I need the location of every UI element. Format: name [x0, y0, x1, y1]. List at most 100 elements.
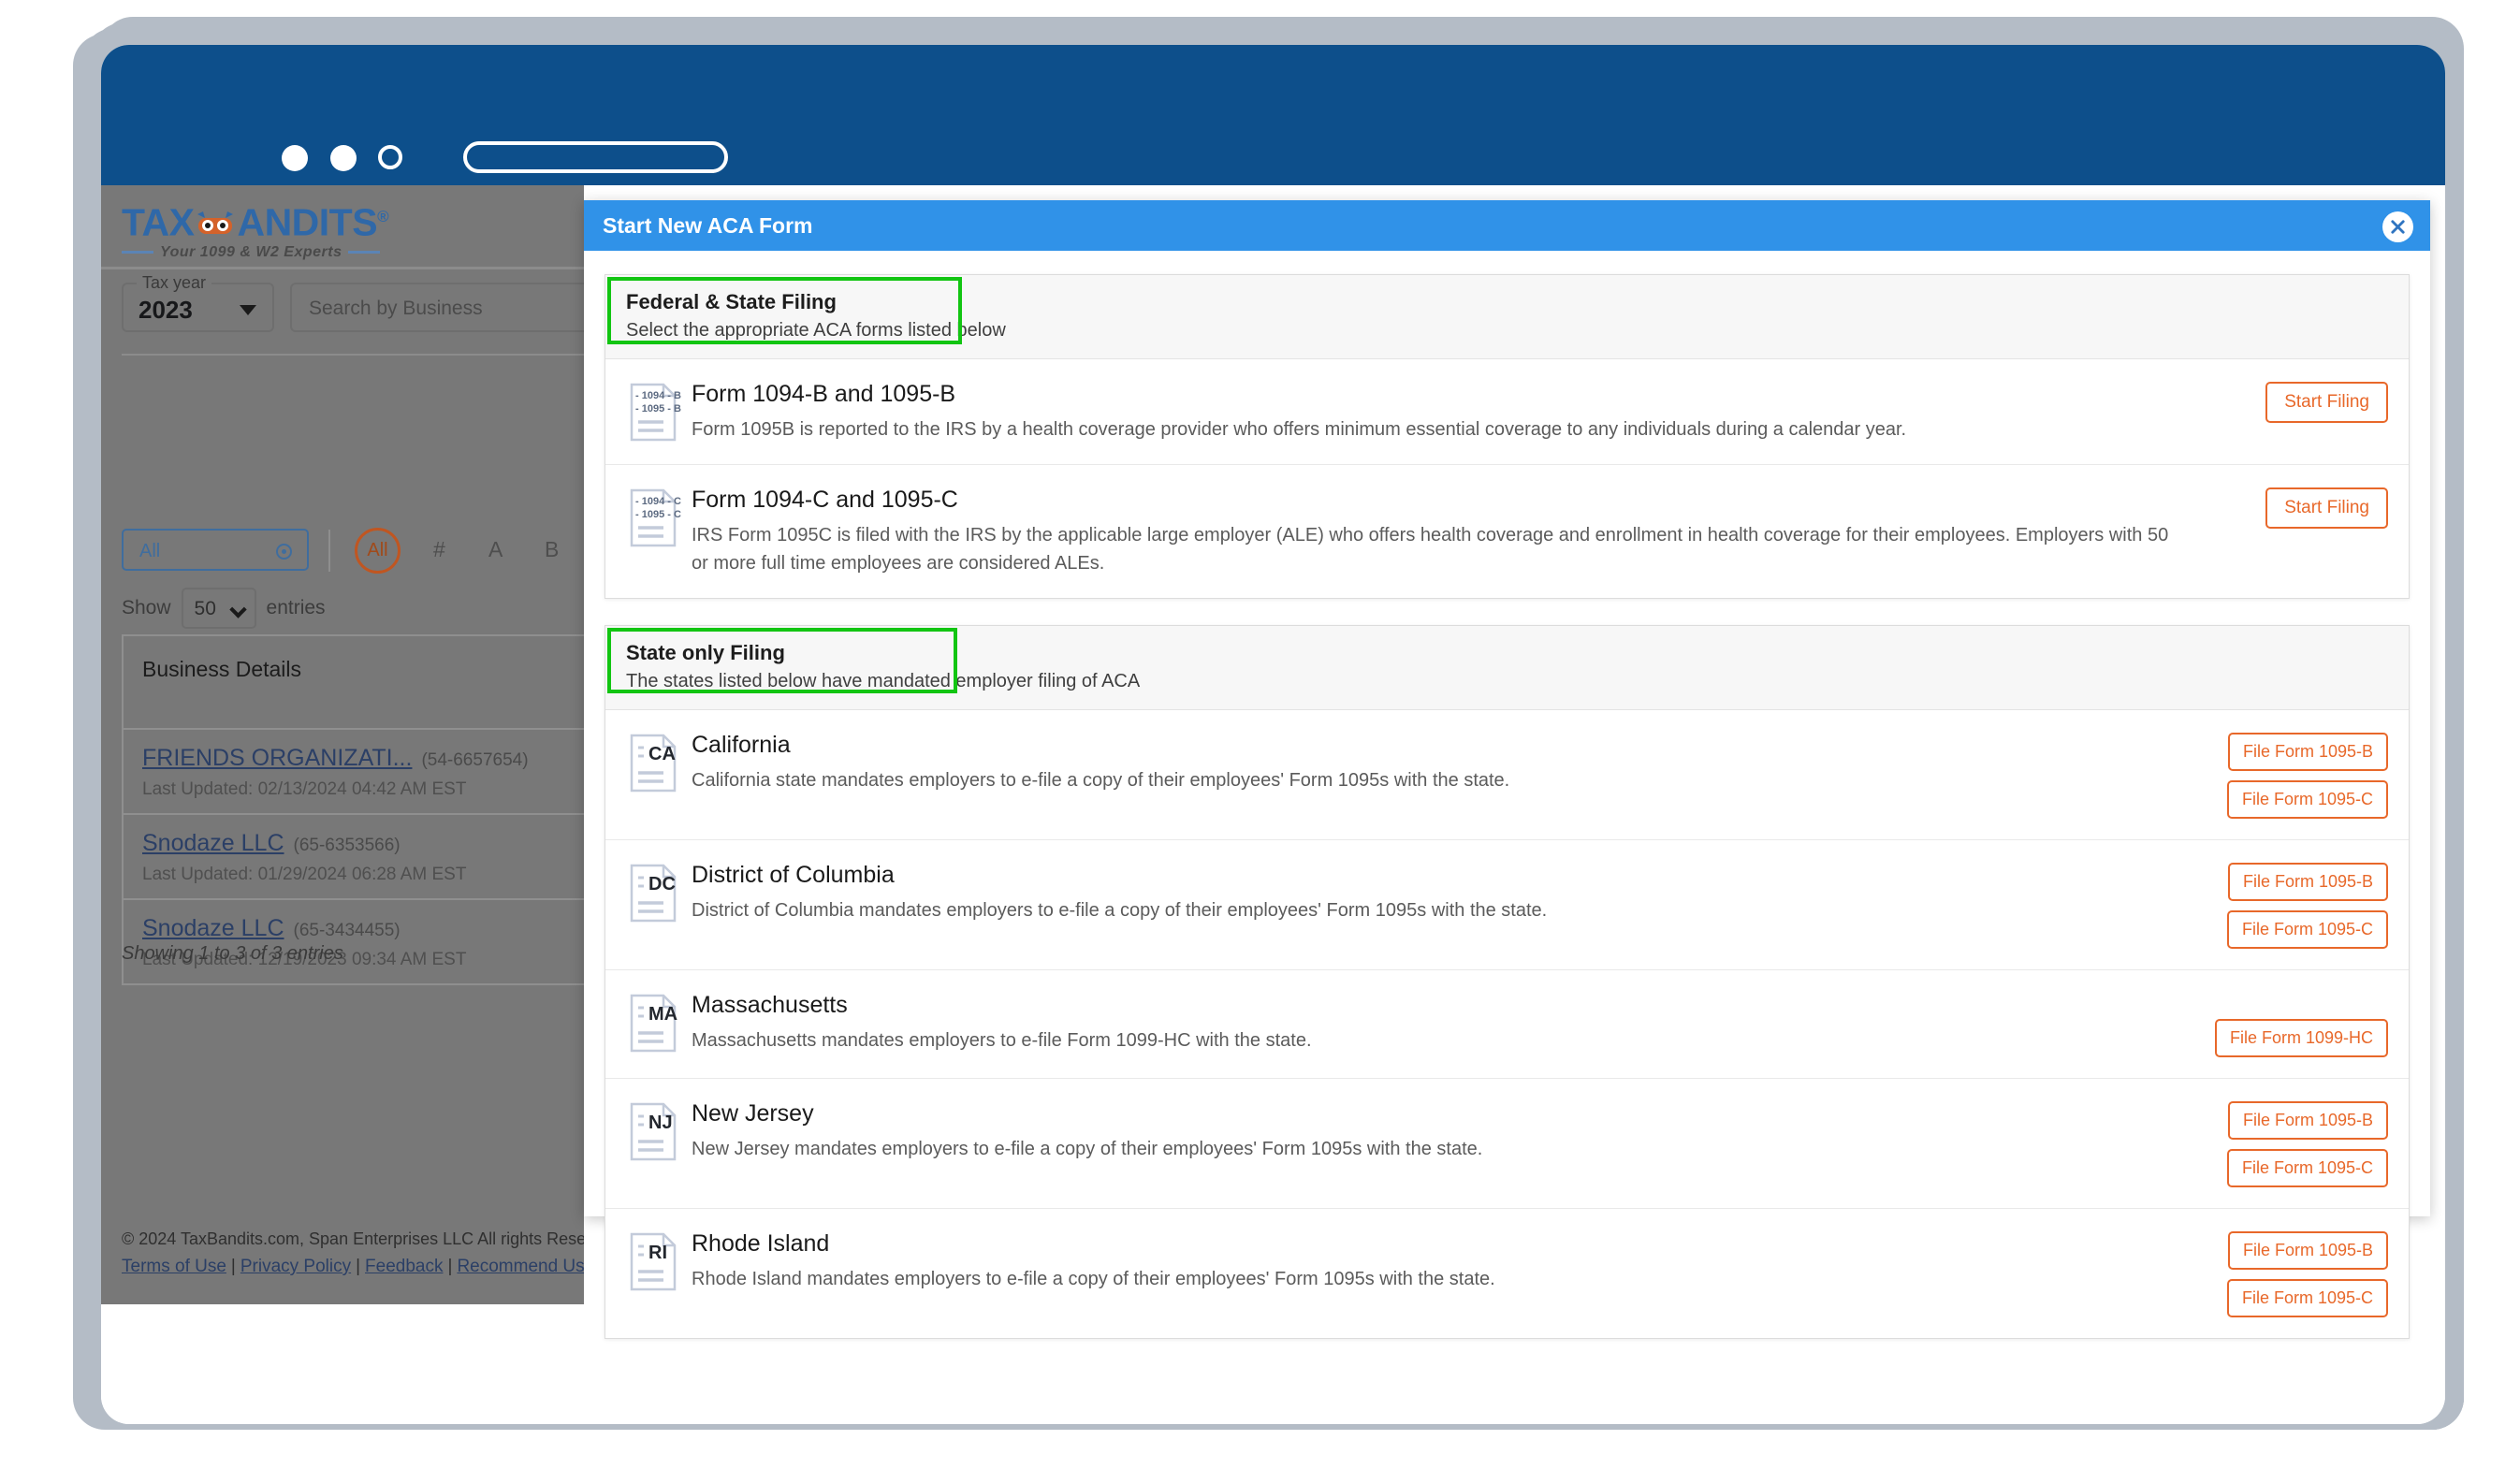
- taxbandits-logo[interactable]: TAX ANDITS® Your 1099 & W2 Experts: [122, 196, 389, 261]
- state-row-text: Rhode Island Rhode Island mandates emplo…: [678, 1229, 2192, 1293]
- alpha-filter-b[interactable]: B: [545, 537, 559, 562]
- footer-links: Terms of Use | Privacy Policy | Feedback | Rec…: [122, 1257, 584, 1277]
- form-row-actions: Start Filing: [2192, 486, 2388, 529]
- table-row[interactable]: Snodaze LLC (65-6353566) Last Updated: 01…: [124, 815, 584, 900]
- form-row-actions: Start Filing: [2192, 380, 2388, 423]
- federal-section-header: Federal & State Filing Select the approp…: [605, 275, 2409, 359]
- form-icon-code: - 1094 - B - 1095 - B: [635, 389, 681, 415]
- tagline-rule-left: [122, 251, 153, 255]
- show-entries-suffix: entries: [266, 597, 326, 618]
- window-minimize-dot-icon[interactable]: [330, 145, 357, 171]
- form-icon-code-top: - 1094 - C: [635, 496, 681, 507]
- alpha-filter-hash[interactable]: #: [433, 537, 445, 562]
- footer-separator: |: [230, 1257, 236, 1276]
- federal-section-subtitle: Select the appropriate ACA forms listed …: [626, 320, 1006, 341]
- state-row-rhode-island: RI Rhode Island Rhode Island mandates em…: [605, 1209, 2409, 1338]
- footer-link-feedback[interactable]: Feedback: [365, 1257, 443, 1276]
- state-row-text: New Jersey New Jersey mandates employers…: [678, 1099, 2192, 1163]
- browser-url-bar[interactable]: [463, 141, 728, 173]
- start-filing-button[interactable]: Start Filing: [2265, 382, 2388, 423]
- browser-titlebar: [101, 45, 2445, 185]
- footer-link-privacy[interactable]: Privacy Policy: [240, 1257, 351, 1276]
- form-row-1094c-1095c: - 1094 - C - 1095 - C Form 1094-C and 10…: [605, 465, 2409, 598]
- state-row-actions: File Form 1099-HC: [2192, 991, 2388, 1057]
- modal-title: Start New ACA Form: [603, 212, 813, 238]
- dashboard-sidebar: TAX ANDITS® Your 1099 & W2 Experts Tax y…: [101, 185, 584, 1304]
- chevron-down-icon: [240, 305, 256, 315]
- alpha-filter-select[interactable]: All: [122, 529, 309, 571]
- logo-wordmark: TAX ANDITS®: [122, 196, 389, 244]
- state-row-massachusetts: MA Massachusetts Massachusetts mandates …: [605, 970, 2409, 1079]
- form-row-text: Form 1094-B and 1095-B Form 1095B is rep…: [678, 380, 2192, 444]
- file-form-1095b-button[interactable]: File Form 1095-B: [2227, 863, 2388, 901]
- tax-year-select[interactable]: Tax year 2023: [122, 273, 274, 332]
- state-abbreviation: MA: [648, 1004, 678, 1025]
- app-body: TAX ANDITS® Your 1099 & W2 Experts Tax y…: [101, 185, 2445, 1424]
- business-name-link[interactable]: FRIENDS ORGANIZATI...: [142, 745, 412, 771]
- footer-separator: |: [447, 1257, 453, 1276]
- business-last-updated: Last Updated: 01/29/2024 06:28 AM EST: [142, 865, 467, 884]
- state-document-icon: DC: [628, 863, 678, 924]
- entries-per-page-select[interactable]: 50: [181, 588, 256, 629]
- state-description: California state mandates employers to e…: [692, 770, 1510, 791]
- form-icon-code-top: - 1094 - B: [635, 390, 681, 401]
- state-row-district-of-columbia: DC District of Columbia District of Colu…: [605, 840, 2409, 970]
- table-row[interactable]: FRIENDS ORGANIZATI... (54-6657654) Last U…: [124, 730, 584, 815]
- footer-link-terms[interactable]: Terms of Use: [122, 1257, 226, 1276]
- window-close-dot-icon[interactable]: [282, 145, 308, 171]
- form-title: Form 1094-B and 1095-B: [692, 381, 956, 407]
- show-entries-control: Show 50 entries: [122, 588, 326, 629]
- business-name-link[interactable]: Snodaze LLC: [142, 915, 284, 941]
- table-row[interactable]: Snodaze LLC (65-3434455) Last Updated: 12…: [124, 900, 584, 983]
- business-ein: (65-3434455): [293, 921, 401, 940]
- table-showing-entries: Showing 1 to 3 of 3 entries: [122, 943, 343, 964]
- form-description: Form 1095B is reported to the IRS by a h…: [692, 419, 1907, 440]
- file-form-1095b-button[interactable]: File Form 1095-B: [2227, 1231, 2388, 1270]
- state-section-header: State only Filing The states listed belo…: [605, 626, 2409, 710]
- footer-link-recommend[interactable]: Recommend Us: [457, 1257, 584, 1276]
- state-title: New Jersey: [692, 1100, 814, 1127]
- file-form-1095b-button[interactable]: File Form 1095-B: [2227, 733, 2388, 771]
- alpha-filter-value: All: [139, 541, 161, 561]
- state-only-filing-section: State only Filing The states listed belo…: [605, 625, 2410, 1339]
- state-abbreviation: CA: [648, 744, 676, 764]
- state-row-text: California California state mandates emp…: [678, 731, 2192, 794]
- state-document-icon: NJ: [628, 1101, 678, 1163]
- form-title: Form 1094-C and 1095-C: [692, 487, 958, 513]
- sidebar-divider: [122, 354, 584, 356]
- window-maximize-dot-icon[interactable]: [378, 145, 402, 169]
- state-description: New Jersey mandates employers to e-file …: [692, 1139, 1483, 1159]
- state-row-text: Massachusetts Massachusetts mandates emp…: [678, 991, 2192, 1054]
- business-name-link[interactable]: Snodaze LLC: [142, 830, 284, 856]
- alpha-filter-all-button[interactable]: All: [355, 528, 401, 574]
- state-row-new-jersey: NJ New Jersey New Jersey mandates employ…: [605, 1079, 2409, 1209]
- start-new-aca-form-modal: Start New ACA Form Federal & State Filin…: [584, 200, 2430, 1339]
- close-icon[interactable]: [2382, 211, 2413, 242]
- file-form-1095c-button[interactable]: File Form 1095-C: [2226, 1279, 2388, 1317]
- tax-year-value: 2023: [138, 296, 193, 324]
- form-icon-code-bottom: - 1095 - C: [635, 509, 681, 520]
- file-form-1099hc-button[interactable]: File Form 1099-HC: [2214, 1019, 2388, 1057]
- federal-state-filing-section: Federal & State Filing Select the approp…: [605, 274, 2410, 599]
- file-form-1095c-button[interactable]: File Form 1095-C: [2226, 910, 2388, 949]
- footer-separator: |: [356, 1257, 361, 1276]
- state-row-actions: File Form 1095-B File Form 1095-C: [2192, 1229, 2388, 1317]
- search-input[interactable]: Search by Business: [290, 283, 584, 332]
- state-section-subtitle: The states listed below have mandated em…: [626, 671, 1141, 691]
- form-document-icon: - 1094 - B - 1095 - B: [628, 382, 681, 444]
- start-filing-button[interactable]: Start Filing: [2265, 487, 2388, 529]
- business-ein: (65-6353566): [293, 836, 401, 855]
- form-icon-code-bottom: - 1095 - B: [635, 403, 681, 415]
- tax-year-legend: Tax year: [137, 273, 212, 293]
- registered-mark-icon: ®: [377, 208, 389, 225]
- file-form-1095c-button[interactable]: File Form 1095-C: [2226, 1149, 2388, 1187]
- file-form-1095c-button[interactable]: File Form 1095-C: [2226, 780, 2388, 819]
- file-form-1095b-button[interactable]: File Form 1095-B: [2227, 1101, 2388, 1140]
- alpha-filter-a[interactable]: A: [488, 537, 503, 562]
- state-abbreviation: DC: [648, 874, 676, 894]
- entries-per-page-value: 50: [194, 598, 216, 619]
- logo-text-tax: TAX: [122, 200, 195, 244]
- modal-body: Federal & State Filing Select the approp…: [584, 251, 2430, 1339]
- state-abbreviation: RI: [648, 1243, 667, 1263]
- state-row-actions: File Form 1095-B File Form 1095-C: [2192, 731, 2388, 819]
